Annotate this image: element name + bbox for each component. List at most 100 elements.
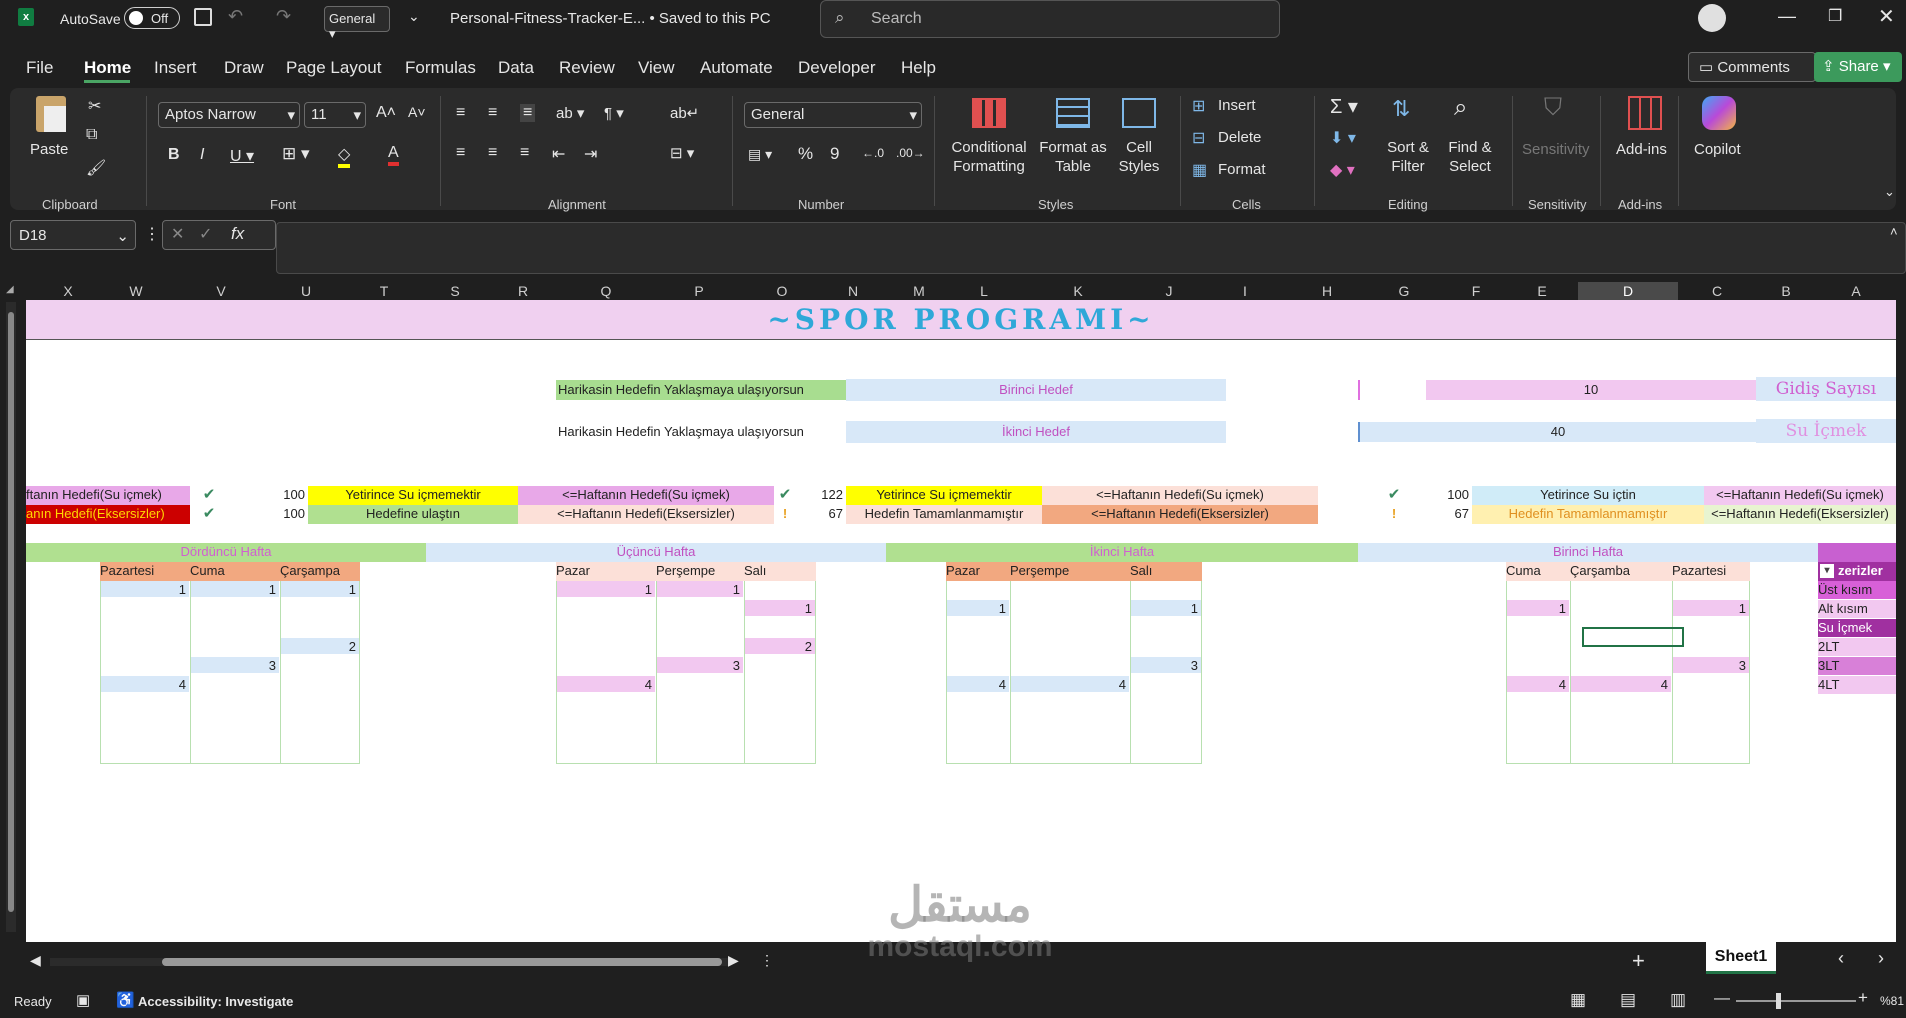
page-layout-view-icon[interactable]: ▤ [1620, 990, 1636, 1010]
format-as-table-button[interactable]: Format as Table [1034, 138, 1112, 176]
font-color-icon[interactable]: A [388, 144, 399, 166]
menu-page-layout[interactable]: Page Layout [286, 58, 381, 78]
menu-developer[interactable]: Developer [798, 58, 876, 78]
align-bottom-icon[interactable]: ≡ [520, 104, 536, 122]
accounting-icon[interactable]: ▤ ▾ [748, 146, 772, 163]
format-painter-icon[interactable]: 🖌 [86, 158, 106, 178]
account-avatar-icon[interactable] [1698, 4, 1726, 32]
menu-draw[interactable]: Draw [224, 58, 264, 78]
column-header-p[interactable]: P [654, 282, 744, 300]
column-header-j[interactable]: J [1140, 282, 1198, 300]
enter-icon[interactable]: ✓ [199, 224, 212, 244]
menu-insert[interactable]: Insert [154, 58, 197, 78]
zoom-slider-thumb[interactable] [1776, 993, 1781, 1009]
column-header-c[interactable]: C [1678, 282, 1756, 300]
menu-help[interactable]: Help [901, 58, 936, 78]
day-value-cell[interactable]: 4 [947, 676, 1009, 692]
day-value-cell[interactable]: 3 [657, 657, 743, 673]
expand-formula-icon[interactable]: ˄ [1890, 224, 1898, 239]
menu-home[interactable]: Home [84, 58, 131, 78]
normal-view-icon[interactable]: ▦ [1570, 990, 1586, 1010]
column-header-k[interactable]: K [1016, 282, 1140, 300]
file-title[interactable]: Personal-Fitness-Tracker-E... • Saved to… [450, 10, 771, 27]
fill-icon[interactable]: ⬇ ▾ [1330, 128, 1356, 148]
column-header-l[interactable]: L [952, 282, 1016, 300]
decrease-font-icon[interactable]: A˅ [408, 104, 426, 120]
text-direction-icon[interactable]: ¶ ▾ [604, 104, 624, 122]
day-value-cell[interactable]: 4 [101, 676, 189, 692]
sensitivity-button[interactable]: Sensitivity [1522, 140, 1590, 159]
menu-view[interactable]: View [638, 58, 675, 78]
menu-automate[interactable]: Automate [700, 58, 773, 78]
column-header-x[interactable]: X [40, 282, 96, 300]
column-header-v[interactable]: V [176, 282, 266, 300]
paste-icon[interactable] [36, 96, 66, 132]
macro-record-icon[interactable]: ▣ [76, 991, 90, 1009]
bold-icon[interactable]: B [168, 146, 180, 164]
exercise-item[interactable]: 3LT [1818, 657, 1896, 676]
increase-font-icon[interactable]: A˄ [376, 104, 396, 122]
day-value-cell[interactable]: 2 [281, 638, 359, 654]
wrap-text-icon[interactable]: ab↵ [670, 104, 699, 122]
more-options-icon[interactable]: ⋮ [144, 224, 160, 244]
day-value-cell[interactable]: 1 [745, 600, 815, 616]
cell-styles-button[interactable]: Cell Styles [1110, 138, 1168, 176]
tab-next-icon[interactable]: › [1878, 948, 1884, 969]
close-icon[interactable]: ✕ [1878, 4, 1895, 29]
align-middle-icon[interactable]: ≡ [488, 104, 497, 122]
delete-cells-button[interactable]: Delete [1218, 128, 1261, 147]
autosave-toggle[interactable]: Off [124, 7, 180, 29]
share-button[interactable]: ⇪ Share ▾ [1814, 52, 1902, 82]
horizontal-scrollbar[interactable] [50, 958, 730, 966]
column-header-q[interactable]: Q [558, 282, 654, 300]
exercise-item[interactable]: Üst kısım [1818, 581, 1896, 600]
decrease-decimal-icon[interactable]: .00→ [896, 146, 925, 160]
collapse-ribbon-icon[interactable]: ⌄ [1884, 184, 1895, 200]
column-header-m[interactable]: M [886, 282, 952, 300]
column-header-e[interactable]: E [1506, 282, 1578, 300]
autosum-icon[interactable]: Σ ▾ [1330, 94, 1358, 119]
number-format-select[interactable]: General ▾ [744, 102, 922, 128]
column-header-n[interactable]: N [820, 282, 886, 300]
zoom-slider[interactable] [1736, 993, 1856, 1009]
font-name-select[interactable]: Aptos Narrow ▾ [158, 102, 300, 128]
filter-dropdown-icon[interactable]: ▾ [1820, 564, 1834, 578]
menu-review[interactable]: Review [559, 58, 615, 78]
column-header-i[interactable]: I [1198, 282, 1292, 300]
underline-icon[interactable]: U ▾ [230, 146, 254, 166]
copy-icon[interactable]: ⧉ [86, 126, 97, 144]
column-header-t[interactable]: T [346, 282, 422, 300]
align-top-icon[interactable]: ≡ [456, 104, 465, 122]
column-header-b[interactable]: B [1756, 282, 1816, 300]
undo-icon[interactable]: ↶ [228, 6, 243, 27]
column-header-h[interactable]: H [1292, 282, 1362, 300]
column-header-d[interactable]: D [1578, 282, 1678, 300]
day-value-cell[interactable]: 4 [1507, 676, 1569, 692]
search-box[interactable]: ⌕ Search [820, 0, 1280, 38]
borders-icon[interactable]: ⊞ ▾ [282, 144, 310, 164]
style-select[interactable]: General ▾ [324, 6, 390, 41]
day-value-cell[interactable]: 1 [281, 581, 359, 597]
font-size-select[interactable]: 11 ▾ [304, 102, 366, 128]
percent-icon[interactable]: % [798, 144, 813, 164]
vertical-scrollbar[interactable] [6, 302, 16, 932]
add-sheet-icon[interactable]: + [1632, 948, 1645, 974]
column-header-a[interactable]: A [1816, 282, 1896, 300]
indent-decrease-icon[interactable]: ⇤ [552, 144, 565, 164]
exercise-item[interactable]: 4LT [1818, 676, 1896, 695]
scroll-left-icon[interactable]: ◀ [30, 952, 41, 969]
italic-icon[interactable]: I [200, 146, 204, 164]
day-value-cell[interactable]: 1 [101, 581, 189, 597]
orientation-icon[interactable]: ab ▾ [556, 104, 584, 122]
day-value-cell[interactable]: 1 [191, 581, 279, 597]
merge-center-icon[interactable]: ⊟ ▾ [670, 144, 694, 162]
accessibility-icon[interactable]: ♿ [116, 991, 135, 1009]
increase-decimal-icon[interactable]: ←.0 [862, 146, 884, 160]
find-select-button[interactable]: Find & Select [1440, 138, 1500, 176]
day-value-cell[interactable]: 1 [1507, 600, 1569, 616]
menu-file[interactable]: File [26, 58, 53, 78]
accessibility-status[interactable]: Accessibility: Investigate [138, 994, 293, 1009]
exercises-header[interactable]: ▾ zerizler [1818, 562, 1896, 581]
exercise-item[interactable]: 2LT [1818, 638, 1896, 657]
horizontal-scroll-thumb[interactable] [162, 958, 722, 966]
